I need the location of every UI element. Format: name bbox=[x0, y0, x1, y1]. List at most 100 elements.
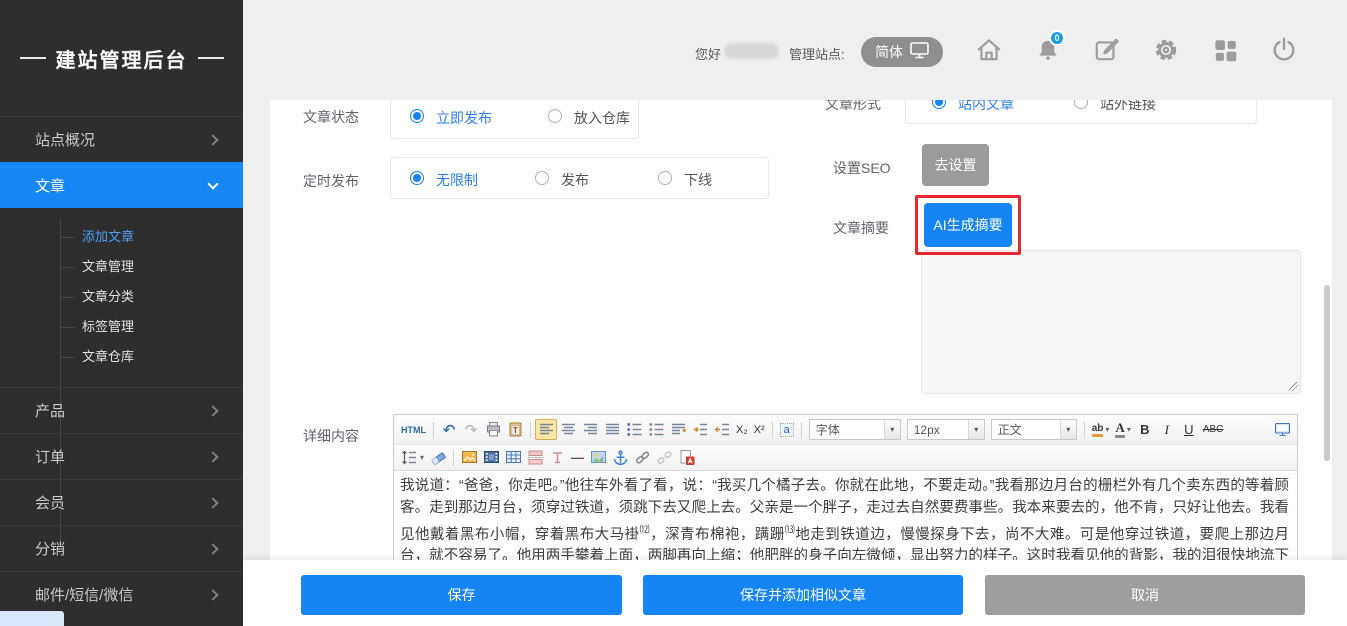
radio-site-article-label[interactable]: 站内文章 bbox=[958, 100, 1014, 114]
admin-app: 建站管理后台 站点概况 文章 添加文章 文章管理 文章分类 标签管理 文章仓库 … bbox=[0, 0, 1347, 626]
dropdown-arrow-icon: ▾ bbox=[1060, 420, 1076, 439]
app-logo: 建站管理后台 bbox=[0, 0, 243, 116]
sidebar-item-members[interactable]: 会员 bbox=[0, 479, 243, 525]
radio-publish-now[interactable] bbox=[410, 109, 424, 123]
align-right-icon[interactable] bbox=[579, 419, 601, 440]
font-size-select[interactable]: 12px▾ bbox=[907, 419, 985, 440]
unlink-icon[interactable] bbox=[653, 447, 675, 468]
tree-tick bbox=[60, 237, 75, 238]
edit-icon[interactable] bbox=[1093, 36, 1121, 64]
char-border-button[interactable]: a bbox=[777, 419, 797, 440]
summary-textarea[interactable] bbox=[921, 250, 1301, 394]
insert-map-icon[interactable] bbox=[587, 447, 609, 468]
sidebar-item-orders[interactable]: 订单 bbox=[0, 433, 243, 479]
seo-label: 设置SEO bbox=[833, 158, 891, 178]
outdent-icon[interactable] bbox=[711, 419, 733, 440]
superscript-button[interactable]: X² bbox=[751, 419, 768, 440]
apps-grid-icon[interactable] bbox=[1211, 36, 1239, 64]
highlight-color-button[interactable]: ab▾ bbox=[1089, 419, 1113, 440]
footnote-13: ⒀ bbox=[785, 525, 795, 536]
ai-generate-summary-button[interactable]: AI生成摘要 bbox=[924, 203, 1012, 247]
indent-icon[interactable] bbox=[689, 419, 711, 440]
align-left-icon[interactable] bbox=[535, 419, 557, 440]
content-label: 详细内容 bbox=[303, 426, 359, 446]
editor-toolbar-row1: HTML ↶ ↷ X₂ X² bbox=[394, 415, 1297, 445]
html-source-button[interactable]: HTML bbox=[398, 419, 429, 440]
footnote-12: ⑿ bbox=[640, 525, 650, 536]
radio-to-warehouse[interactable] bbox=[548, 109, 562, 123]
radio-no-limit[interactable] bbox=[410, 171, 424, 185]
unordered-list-icon[interactable] bbox=[645, 419, 667, 440]
subscript-button[interactable]: X₂ bbox=[733, 419, 751, 440]
radio-publish[interactable] bbox=[535, 171, 549, 185]
underline-button[interactable]: U bbox=[1178, 419, 1200, 440]
align-center-icon[interactable] bbox=[557, 419, 579, 440]
insert-link-icon[interactable] bbox=[631, 447, 653, 468]
horizontal-rule-button[interactable]: — bbox=[568, 447, 587, 468]
logo-dash bbox=[20, 57, 46, 59]
insert-image-icon[interactable] bbox=[458, 447, 480, 468]
vertical-scrollbar-thumb[interactable] bbox=[1324, 285, 1330, 461]
undo-icon[interactable]: ↶ bbox=[438, 419, 460, 440]
line-height-button[interactable]: ▾ bbox=[398, 447, 427, 468]
notification-badge: 0 bbox=[1049, 30, 1065, 46]
sidebar-item-articles[interactable]: 文章 bbox=[0, 162, 243, 208]
submenu-article-warehouse[interactable]: 文章仓库 bbox=[82, 342, 243, 372]
font-family-select[interactable]: 字体▾ bbox=[809, 419, 901, 440]
home-icon[interactable] bbox=[975, 36, 1003, 64]
anchor-icon[interactable] bbox=[609, 447, 631, 468]
font-color-button[interactable]: A▾ bbox=[1112, 419, 1133, 440]
save-and-add-similar-button[interactable]: 保存并添加相似文章 bbox=[643, 575, 963, 615]
italic-button[interactable]: I bbox=[1156, 419, 1178, 440]
sidebar-item-label: 文章 bbox=[35, 175, 65, 196]
radio-publish-label[interactable]: 发布 bbox=[561, 170, 589, 190]
chevron-right-icon bbox=[207, 543, 218, 554]
print-icon[interactable] bbox=[482, 419, 504, 440]
format-brush-icon[interactable] bbox=[546, 447, 568, 468]
sidebar-item-site-overview[interactable]: 站点概况 bbox=[0, 116, 243, 162]
language-preview-button[interactable]: 简体 bbox=[861, 37, 943, 67]
radio-no-limit-label[interactable]: 无限制 bbox=[436, 170, 478, 190]
username-redacted bbox=[724, 43, 779, 59]
cancel-button[interactable]: 取消 bbox=[985, 575, 1305, 615]
align-justify-icon[interactable] bbox=[601, 419, 623, 440]
submenu-article-manage[interactable]: 文章管理 bbox=[82, 252, 243, 282]
submenu-article-category[interactable]: 文章分类 bbox=[82, 282, 243, 312]
save-button[interactable]: 保存 bbox=[301, 575, 622, 615]
radio-offline-label[interactable]: 下线 bbox=[684, 170, 712, 190]
ordered-list-icon[interactable] bbox=[623, 419, 645, 440]
blockquote-icon[interactable] bbox=[667, 419, 689, 440]
strikethrough-button[interactable]: ABC bbox=[1200, 419, 1227, 440]
settings-gear-icon[interactable] bbox=[1152, 36, 1180, 64]
radio-external-link-label[interactable]: 站外链接 bbox=[1100, 100, 1156, 114]
bold-button[interactable]: B bbox=[1134, 419, 1156, 440]
submenu-tag-manage[interactable]: 标签管理 bbox=[82, 312, 243, 342]
insert-table-icon[interactable] bbox=[502, 447, 524, 468]
sidebar-item-products[interactable]: 产品 bbox=[0, 387, 243, 433]
radio-to-warehouse-label[interactable]: 放入仓库 bbox=[574, 108, 630, 128]
redo-icon[interactable]: ↷ bbox=[460, 419, 482, 440]
top-header: 您好 管理站点: 简体 0 bbox=[243, 0, 1347, 100]
submenu-add-article[interactable]: 添加文章 bbox=[82, 222, 243, 252]
word-import-icon[interactable] bbox=[675, 447, 697, 468]
dropdown-arrow-icon: ▾ bbox=[1127, 425, 1131, 434]
radio-publish-now-label[interactable]: 立即发布 bbox=[436, 108, 492, 128]
paragraph-format-select[interactable]: 正文▾ bbox=[991, 419, 1077, 440]
chevron-right-icon bbox=[207, 451, 218, 462]
paste-text-icon[interactable] bbox=[504, 419, 526, 440]
editor-toolbar-row2: ▾ — bbox=[394, 445, 1297, 471]
seo-setup-button[interactable]: 去设置 bbox=[922, 144, 989, 186]
radio-offline[interactable] bbox=[658, 171, 672, 185]
sidebar-item-label: 站点概况 bbox=[35, 129, 95, 150]
dropdown-arrow-icon: ▾ bbox=[968, 420, 984, 439]
remove-format-icon[interactable] bbox=[427, 447, 449, 468]
page-break-icon[interactable] bbox=[524, 447, 546, 468]
fullscreen-icon[interactable] bbox=[1271, 419, 1293, 440]
power-logout-icon[interactable] bbox=[1270, 36, 1298, 64]
dropdown-arrow-icon: ▾ bbox=[884, 420, 900, 439]
insert-video-icon[interactable] bbox=[480, 447, 502, 468]
notification-bell-icon[interactable]: 0 bbox=[1034, 36, 1062, 64]
chevron-right-icon bbox=[207, 497, 218, 508]
sidebar-item-distribution[interactable]: 分销 bbox=[0, 525, 243, 571]
articles-submenu: 添加文章 文章管理 文章分类 标签管理 文章仓库 bbox=[0, 208, 243, 387]
